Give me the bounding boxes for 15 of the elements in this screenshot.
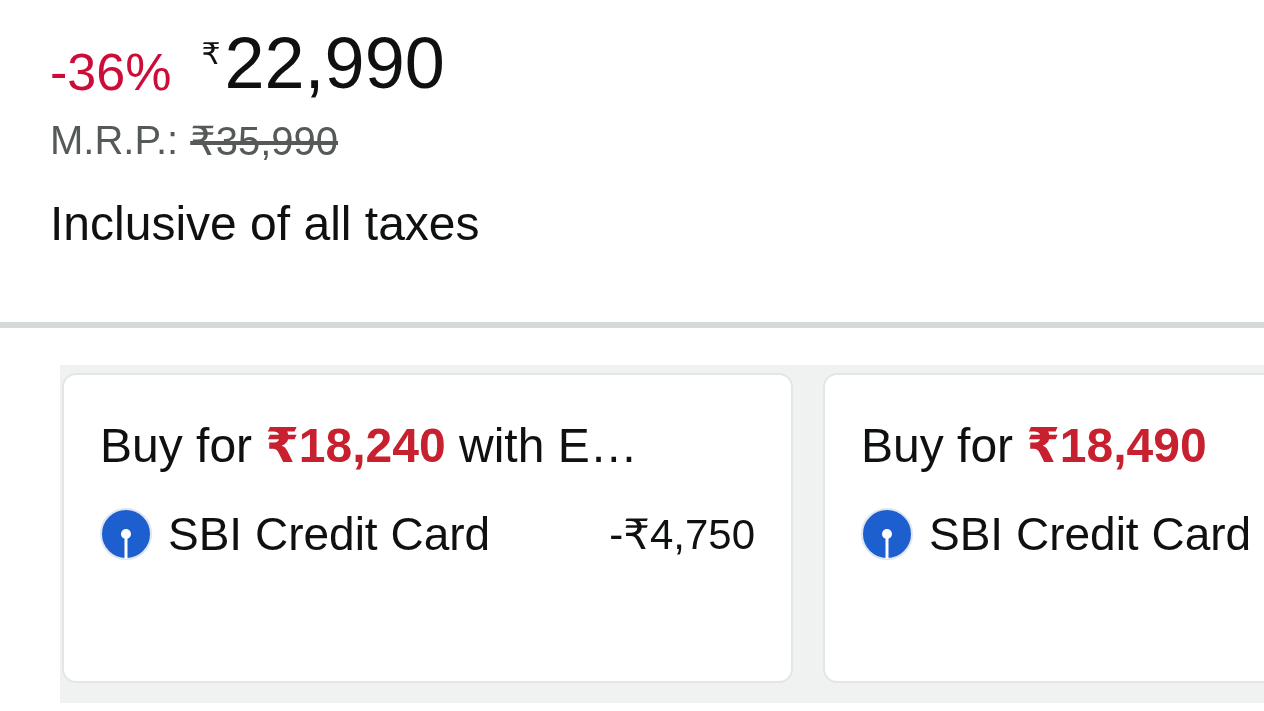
- offer-title: Buy for ₹18,240 with E…: [100, 418, 639, 473]
- offer-discount: -₹4,750: [609, 509, 755, 559]
- offer-card[interactable]: Buy for ₹18,490 SBI Credit Card: [823, 373, 1264, 683]
- mrp-label: M.R.P.:: [50, 118, 179, 164]
- offer-card[interactable]: Buy for ₹18,240 with E… SBI Credit Card -₹4,750: [62, 373, 793, 683]
- tax-note: Inclusive of all taxes: [50, 196, 481, 251]
- currency-symbol: ₹: [201, 36, 221, 71]
- bank-logo-icon: [861, 508, 913, 560]
- mrp-price: ₹35,990: [190, 118, 338, 164]
- offer-title: Buy for ₹18,490: [861, 418, 1208, 473]
- discount-percent: -36%: [50, 42, 172, 102]
- price: 22,990: [224, 22, 445, 104]
- bank-name: SBI Credit Card: [168, 507, 491, 561]
- bank-name: SBI Credit Card: [929, 507, 1252, 561]
- bank-logo-icon: [100, 508, 152, 560]
